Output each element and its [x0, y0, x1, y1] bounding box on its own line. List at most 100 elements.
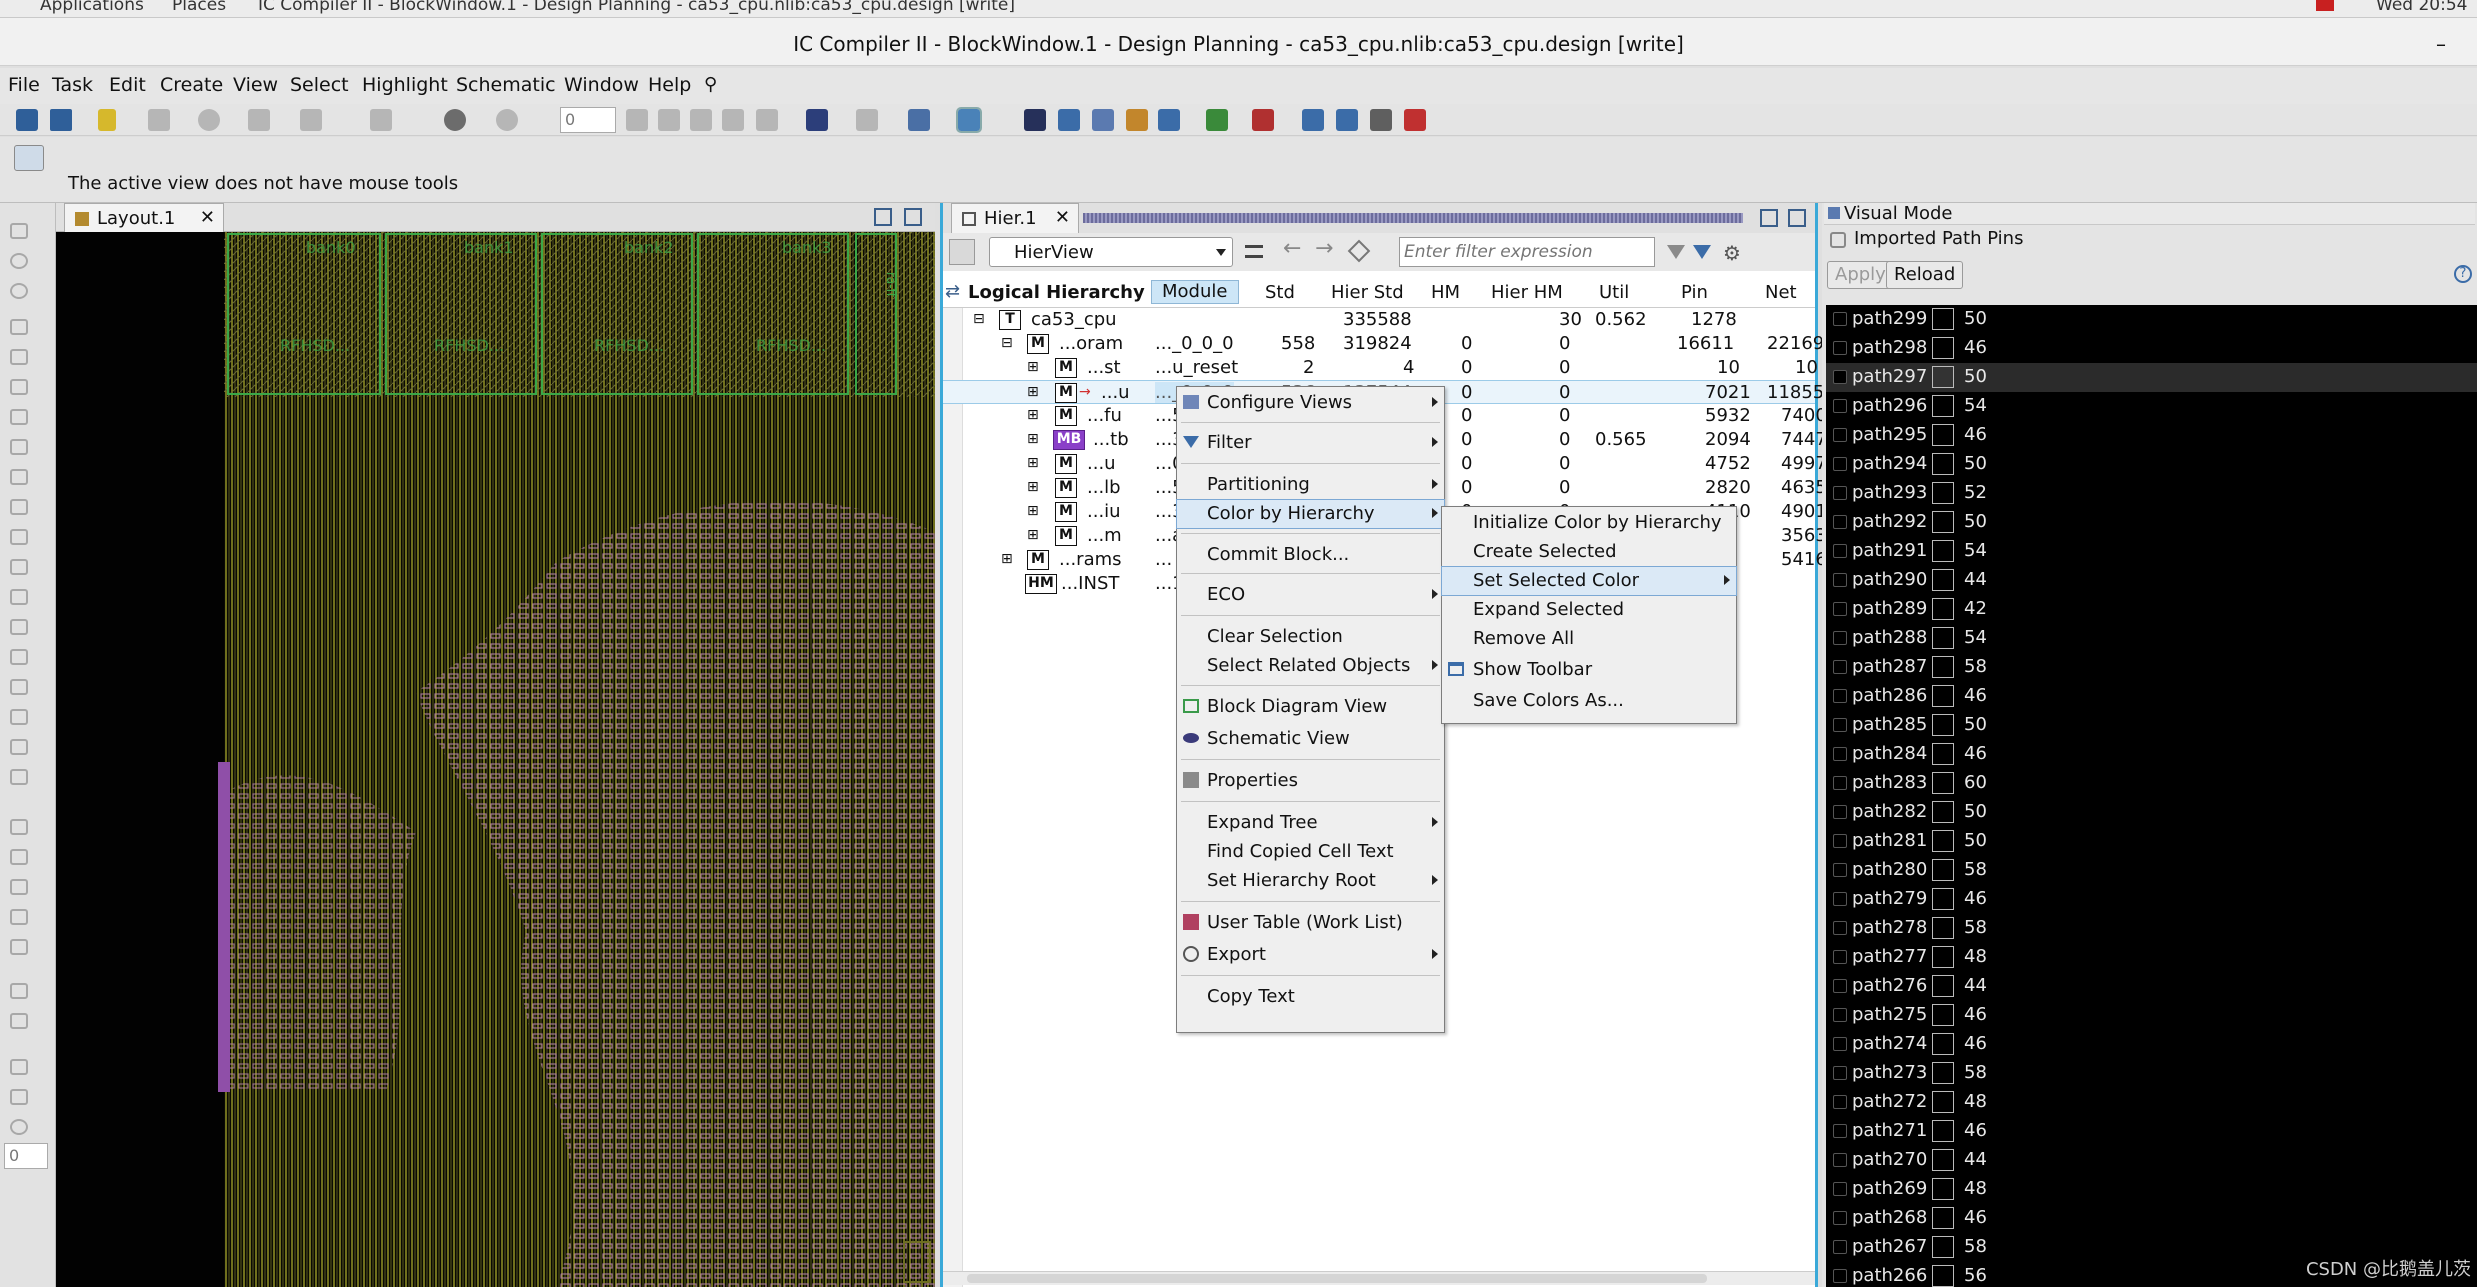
- list-item[interactable]: path285 50: [1826, 711, 2477, 740]
- list-item[interactable]: path283 60: [1826, 769, 2477, 798]
- filter-icon[interactable]: [1667, 245, 1685, 259]
- submenu-item-save-colors-as[interactable]: Save Colors As...: [1442, 687, 1736, 715]
- col-hm[interactable]: HM: [1431, 282, 1460, 303]
- menu-item-set-hierarchy-root[interactable]: Set Hierarchy Root: [1177, 867, 1444, 895]
- list-item[interactable]: path277 48: [1826, 943, 2477, 972]
- collapse-icon[interactable]: ⊟: [1001, 335, 1013, 351]
- list-item[interactable]: path273 58: [1826, 1059, 2477, 1088]
- col-hier-hm[interactable]: Hier HM: [1491, 282, 1563, 303]
- probe-icon[interactable]: [198, 109, 220, 131]
- grid-icon[interactable]: [1058, 109, 1080, 131]
- tab-hier[interactable]: Hier.1 ✕: [951, 203, 1079, 233]
- open-icon[interactable]: [16, 109, 38, 131]
- menu-item-find-copied-cell-text[interactable]: Find Copied Cell Text: [1177, 838, 1444, 866]
- list-item[interactable]: path289 42: [1826, 595, 2477, 624]
- menu-item-partitioning[interactable]: Partitioning: [1177, 471, 1444, 499]
- copy-tool-icon[interactable]: [10, 589, 28, 605]
- list-item[interactable]: path294 50: [1826, 450, 2477, 479]
- menu-item-configure-views[interactable]: Configure Views: [1177, 389, 1444, 417]
- list-item-selected[interactable]: path297 50: [1826, 363, 2477, 392]
- expand-icon[interactable]: ⊞: [1027, 479, 1039, 495]
- spacing-tool-icon[interactable]: [10, 499, 28, 515]
- menu-item-export[interactable]: Export: [1177, 941, 1444, 969]
- hierarchy-icon[interactable]: [908, 109, 930, 131]
- expand-icon[interactable]: ⊞: [1027, 431, 1039, 447]
- close-icon[interactable]: ✕: [1055, 207, 1070, 228]
- list-item[interactable]: path272 48: [1826, 1088, 2477, 1117]
- spread-icon[interactable]: [690, 109, 712, 131]
- menu-item-expand-tree[interactable]: Expand Tree: [1177, 809, 1444, 837]
- col-net[interactable]: Net: [1765, 282, 1797, 303]
- list-item[interactable]: path299 50: [1826, 305, 2477, 334]
- align-tool-icon[interactable]: [10, 469, 28, 485]
- menu-item-user-table[interactable]: User Table (Work List): [1177, 909, 1444, 937]
- table-row[interactable]: ⊟ M ...oram ..._0_0_0 558 319824 0 0 166…: [943, 332, 1824, 356]
- search-icon[interactable]: ⚲: [704, 74, 717, 95]
- unlock-icon[interactable]: [10, 849, 28, 865]
- menu-item-color-by-hierarchy[interactable]: Color by Hierarchy: [1176, 499, 1445, 529]
- col-pin[interactable]: Pin: [1681, 282, 1708, 303]
- list-item[interactable]: path298 46: [1826, 334, 2477, 363]
- list-item[interactable]: path278 58: [1826, 914, 2477, 943]
- stretch-tool-icon[interactable]: [10, 379, 28, 395]
- flip-icon[interactable]: [10, 1089, 28, 1105]
- stack-icon[interactable]: [722, 109, 744, 131]
- submenu-item-set-selected-color[interactable]: Set Selected Color: [1441, 566, 1737, 596]
- ruler-icon[interactable]: [248, 109, 270, 131]
- back-icon[interactable]: ←: [1283, 236, 1301, 261]
- places-menu[interactable]: Places: [172, 0, 226, 15]
- blockage-tool-icon[interactable]: [10, 679, 28, 695]
- keep-icon[interactable]: [10, 879, 28, 895]
- submenu-item-expand-selected[interactable]: Expand Selected: [1442, 596, 1736, 624]
- maximize-icon[interactable]: [1760, 209, 1778, 227]
- submenu-item-create-selected[interactable]: Create Selected: [1442, 538, 1736, 566]
- menu-select[interactable]: Select: [290, 74, 349, 96]
- select-tool-icon[interactable]: [10, 223, 28, 239]
- view-toggle-icon[interactable]: [956, 107, 982, 133]
- distribute-icon[interactable]: [658, 109, 680, 131]
- horizontal-scrollbar[interactable]: [943, 1271, 1815, 1285]
- list-item[interactable]: path281 50: [1826, 827, 2477, 856]
- menu-file[interactable]: File: [8, 74, 40, 96]
- route-icon[interactable]: [1092, 109, 1114, 131]
- float-icon[interactable]: [904, 208, 922, 226]
- submenu-item-initialize-color[interactable]: Initialize Color by Hierarchy: [1442, 509, 1736, 537]
- scrollbar-thumb[interactable]: [967, 1274, 1707, 1283]
- tab-drag-grip[interactable]: [1083, 213, 1743, 223]
- edit-pen2-icon[interactable]: [10, 939, 28, 955]
- list-item[interactable]: path288 54: [1826, 624, 2477, 653]
- move-tool-icon[interactable]: [10, 349, 28, 365]
- hier-settings-icon[interactable]: [949, 239, 975, 265]
- imported-path-pins-row[interactable]: Imported Path Pins: [1824, 226, 2475, 254]
- filter-apply-icon[interactable]: [1693, 245, 1711, 259]
- menu-window[interactable]: Window: [564, 74, 639, 96]
- split-tool-icon[interactable]: [10, 409, 28, 425]
- expand-icon[interactable]: ⊞: [1027, 359, 1039, 375]
- col-module[interactable]: Module: [1151, 280, 1239, 304]
- expand-icon[interactable]: ⊞: [1027, 384, 1039, 400]
- shape-icon[interactable]: [10, 1013, 28, 1029]
- list-item[interactable]: path292 50: [1826, 508, 2477, 537]
- applications-menu[interactable]: Applications: [40, 0, 144, 15]
- repeat-spinbox[interactable]: 0: [560, 107, 616, 133]
- apply-button[interactable]: Apply: [1827, 261, 1894, 289]
- list-item[interactable]: path287 58: [1826, 653, 2477, 682]
- list-item[interactable]: path276 44: [1826, 972, 2477, 1001]
- gear-icon[interactable]: ⚙: [1723, 241, 1741, 265]
- block-icon[interactable]: [1024, 109, 1046, 131]
- route-tool-icon[interactable]: [10, 529, 28, 545]
- table-row[interactable]: ⊟ T ca53_cpu 335588 30 0.562 1278: [943, 308, 1815, 332]
- table-row[interactable]: ⊞ M ...st ...u_reset 2 4 0 0 10 10: [943, 356, 1818, 380]
- list-item[interactable]: path274 46: [1826, 1030, 2477, 1059]
- maximize-icon[interactable]: [874, 208, 892, 226]
- list-item[interactable]: path295 46: [1826, 421, 2477, 450]
- list-item[interactable]: path268 46: [1826, 1204, 2477, 1233]
- menu-item-schematic-view[interactable]: Schematic View: [1177, 725, 1444, 753]
- drc-icon[interactable]: [1252, 109, 1274, 131]
- list-item[interactable]: path286 46: [1826, 682, 2477, 711]
- undo-icon[interactable]: [444, 109, 466, 131]
- menu-item-clear-selection[interactable]: Clear Selection: [1177, 623, 1444, 651]
- list-item[interactable]: path269 48: [1826, 1175, 2477, 1204]
- expand-icon[interactable]: ⊞: [1027, 503, 1039, 519]
- message-icon[interactable]: [806, 109, 828, 131]
